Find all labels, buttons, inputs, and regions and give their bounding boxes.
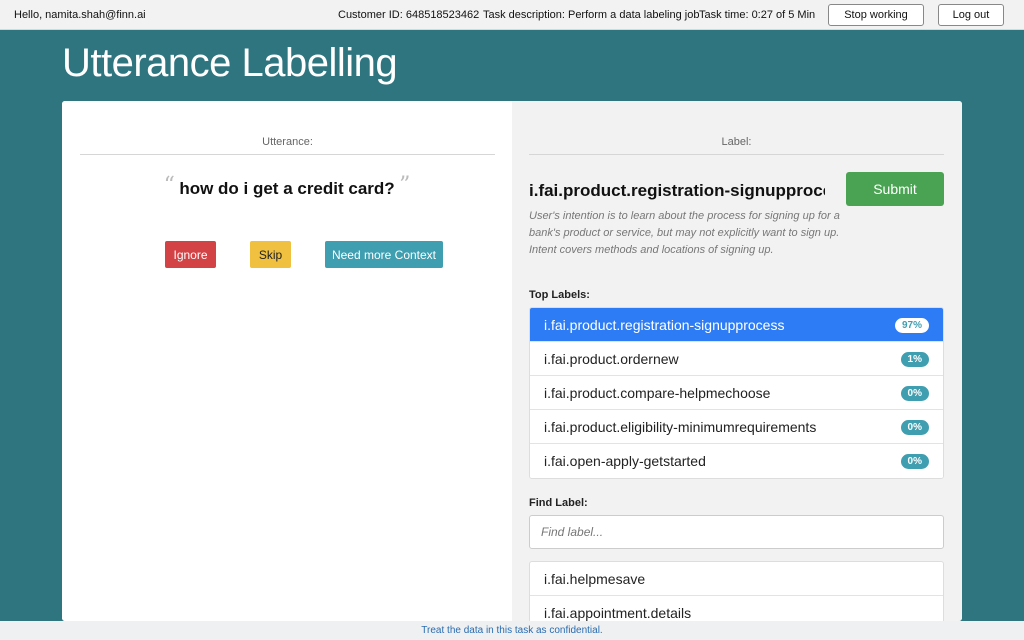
open-quote-icon: “: [163, 173, 175, 198]
label-description: User's intention is to learn about the p…: [529, 210, 840, 256]
top-label-text: i.fai.product.compare-helpmechoose: [544, 385, 771, 401]
score-badge: 0%: [900, 420, 929, 435]
top-label-item[interactable]: i.fai.product.ordernew 1%: [530, 342, 943, 376]
top-label-item[interactable]: i.fai.open-apply-getstarted 0%: [530, 444, 943, 478]
customer-id: Customer ID: 648518523462: [338, 9, 480, 21]
top-label-text: i.fai.product.eligibility-minimumrequire…: [544, 419, 817, 435]
score-badge: 1%: [900, 352, 929, 367]
stop-working-button[interactable]: Stop working: [828, 4, 924, 26]
user-greeting: Hello, namita.shah@finn.ai: [14, 9, 146, 21]
selected-label: i.fai.product.registration-signupprocess: [529, 181, 825, 200]
score-badge: 0%: [900, 386, 929, 401]
utterance-text: how do i get a credit card?: [179, 179, 395, 198]
submit-button[interactable]: Submit: [846, 172, 944, 206]
task-time: Task time: 0:27 of 5 Min: [699, 9, 816, 21]
need-more-context-button[interactable]: Need more Context: [325, 241, 443, 268]
top-label-item[interactable]: i.fai.product.registration-signupprocess…: [530, 308, 943, 342]
top-label-item[interactable]: i.fai.product.compare-helpmechoose 0%: [530, 376, 943, 410]
find-result-item[interactable]: i.fai.appointment.details: [530, 596, 943, 621]
logout-button[interactable]: Log out: [938, 4, 1004, 26]
score-badge: 97%: [894, 318, 929, 333]
utterance-divider: [80, 154, 495, 155]
utterance-block: “ how do i get a credit card? ”: [62, 175, 512, 199]
confidentiality-footer: Treat the data in this task as confident…: [0, 621, 1024, 640]
top-label-item[interactable]: i.fai.product.eligibility-minimumrequire…: [530, 410, 943, 444]
skip-button[interactable]: Skip: [250, 241, 291, 268]
top-label-text: i.fai.product.ordernew: [544, 351, 679, 367]
find-result-item[interactable]: i.fai.helpmesave: [530, 562, 943, 596]
top-labels-list: i.fai.product.registration-signupprocess…: [529, 307, 944, 479]
find-result-text: i.fai.appointment.details: [544, 605, 692, 621]
label-heading: Label:: [721, 136, 752, 148]
find-result-text: i.fai.helpmesave: [544, 571, 646, 587]
label-panel: Label: i.fai.product.registration-signup…: [512, 101, 962, 621]
utterance-panel: Utterance: “ how do i get a credit card?…: [62, 101, 512, 621]
task-description: Task description: Perform a data labelin…: [483, 9, 700, 21]
score-badge: 0%: [900, 454, 929, 469]
top-labels-heading: Top Labels:: [529, 289, 590, 301]
find-results-list: i.fai.helpmesave i.fai.appointment.detai…: [529, 561, 944, 621]
page-title: Utterance Labelling: [62, 41, 398, 85]
top-label-text: i.fai.product.registration-signupprocess: [544, 317, 785, 333]
utterance-heading: Utterance:: [262, 136, 313, 148]
label-divider: [529, 154, 944, 155]
top-bar: Hello, namita.shah@finn.ai Customer ID: …: [0, 0, 1024, 30]
find-label-heading: Find Label:: [529, 497, 588, 509]
labeling-card: Utterance: “ how do i get a credit card?…: [62, 101, 962, 621]
close-quote-icon: ”: [399, 173, 411, 198]
top-label-text: i.fai.open-apply-getstarted: [544, 453, 706, 469]
ignore-button[interactable]: Ignore: [165, 241, 216, 268]
find-label-input[interactable]: [529, 515, 944, 549]
